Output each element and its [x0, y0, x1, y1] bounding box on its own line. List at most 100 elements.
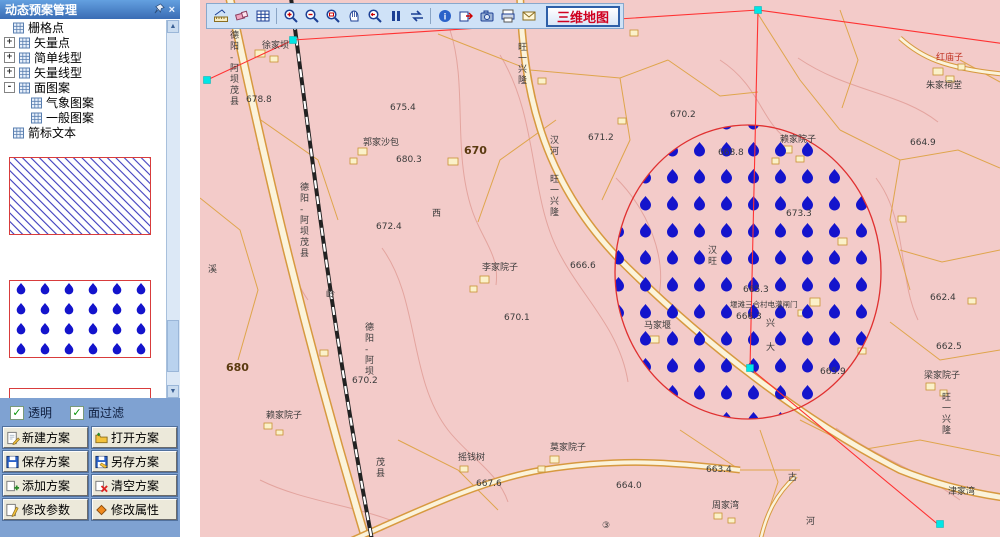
vertex-handle[interactable] — [937, 521, 944, 528]
building — [898, 216, 906, 222]
panel-titlebar: 动态预案管理 × — [0, 0, 180, 19]
layer-icon — [30, 97, 43, 109]
vertex-handle[interactable] — [755, 7, 762, 14]
tree-item-面图案[interactable]: -面图案 — [0, 80, 167, 95]
expand-icon[interactable]: + — [4, 67, 15, 78]
tree-item-一般图案[interactable]: 一般图案 — [0, 110, 167, 125]
saveas-icon — [94, 454, 109, 469]
map-label: 梁家院子 — [924, 369, 960, 381]
map-label: 680.3 — [396, 155, 422, 165]
vertex-handle[interactable] — [747, 365, 754, 372]
save-plan-button[interactable]: 保存方案 — [3, 451, 88, 472]
map-canvas[interactable]: 徐家坝红庙子朱家祠堂678.8675.4郭家沙包680.3670671.2670… — [200, 0, 1000, 537]
params-plan-button[interactable]: 修改参数 — [3, 499, 88, 520]
layer-tree: 栅格点+矢量点+简单线型+矢量线型-面图案气象图案一般图案箭标文本 — [0, 20, 167, 150]
map-label: 664.0 — [616, 481, 642, 491]
scroll-down-icon[interactable]: ▼ — [167, 385, 179, 398]
sidebar-scrollbar[interactable]: ▲ ▼ — [166, 20, 180, 398]
checkbox-icon[interactable]: ✓ — [10, 406, 24, 420]
grid-icon[interactable] — [252, 6, 273, 27]
map-label: 朱家祠堂 — [926, 79, 962, 91]
tree-item-箭标文本[interactable]: 箭标文本 — [0, 125, 167, 140]
building — [714, 513, 722, 519]
zoom-in-icon[interactable] — [280, 6, 301, 27]
scroll-up-icon[interactable]: ▲ — [167, 20, 179, 33]
map-label: 670.2 — [670, 110, 696, 120]
clear-plan-button[interactable]: 清空方案 — [92, 475, 177, 496]
expand-icon[interactable]: + — [4, 37, 15, 48]
map-toolbar: i 三维地图 — [206, 3, 624, 29]
pause-icon[interactable] — [385, 6, 406, 27]
pan-icon[interactable] — [343, 6, 364, 27]
building — [350, 158, 357, 164]
map-label: 德阳-阿坝茂县 — [300, 181, 309, 259]
save-icon — [5, 454, 20, 469]
map-label: 古 — [788, 471, 797, 483]
export-icon[interactable] — [455, 6, 476, 27]
tree-item-气象图案[interactable]: 气象图案 — [0, 95, 167, 110]
vertex-handle[interactable] — [290, 37, 297, 44]
building — [470, 286, 477, 292]
scroll-thumb[interactable] — [167, 320, 179, 372]
toolbar-separator — [430, 8, 431, 24]
map-label: 670 — [464, 144, 487, 157]
plan-manager-panel: 动态预案管理 × 栅格点+矢量点+简单线型+矢量线型-面图案气象图案一般图案箭标… — [0, 0, 180, 537]
map-label: 摇钱树 — [458, 451, 485, 463]
map-label: 680 — [226, 361, 249, 374]
vertex-handle[interactable] — [204, 77, 211, 84]
map-label: 670.2 — [352, 376, 378, 386]
building — [728, 518, 735, 523]
print-icon[interactable] — [497, 6, 518, 27]
drops-pattern[interactable] — [9, 280, 151, 358]
map-label: 670.1 — [504, 313, 530, 323]
checkbox-icon[interactable]: ✓ — [70, 406, 84, 420]
hatch-pattern[interactable] — [9, 157, 151, 235]
tree-item-栅格点[interactable]: 栅格点 — [0, 20, 167, 35]
identify-icon[interactable]: i — [434, 6, 455, 27]
map-label: 红庙子 — [936, 51, 963, 63]
layer-icon — [18, 82, 31, 94]
button-label: 保存方案 — [22, 453, 70, 470]
map-label: 664.9 — [910, 138, 936, 148]
map-label: 津家湾 — [948, 485, 975, 497]
button-label: 添加方案 — [22, 477, 70, 494]
map-area[interactable]: 徐家坝红庙子朱家祠堂678.8675.4郭家沙包680.3670671.2670… — [200, 0, 1000, 537]
close-icon[interactable]: × — [169, 4, 175, 16]
button-label: 修改参数 — [22, 501, 70, 518]
attrs-icon — [94, 502, 109, 517]
add-plan-button[interactable]: 添加方案 — [3, 475, 88, 496]
map-label: 德阳-阿坝茂县 — [230, 29, 239, 107]
pin-icon[interactable] — [154, 3, 165, 17]
checkbox-透明[interactable]: ✓ 透明 — [10, 404, 52, 421]
params-icon — [5, 502, 20, 517]
saveas-plan-button[interactable]: 另存方案 — [92, 451, 177, 472]
building — [480, 276, 489, 283]
zoom-prev-icon[interactable] — [364, 6, 385, 27]
tree-item-矢量点[interactable]: +矢量点 — [0, 35, 167, 50]
new-icon — [5, 430, 20, 445]
tree-item-简单线型[interactable]: +简单线型 — [0, 50, 167, 65]
collapse-icon[interactable]: - — [4, 82, 15, 93]
add-icon — [5, 478, 20, 493]
partial-pattern[interactable] — [9, 388, 151, 398]
map-label: 李家院子 — [482, 261, 518, 273]
attrs-plan-button[interactable]: 修改属性 — [92, 499, 177, 520]
expand-icon[interactable]: + — [4, 52, 15, 63]
measure-icon[interactable] — [210, 6, 231, 27]
checkbox-面过滤[interactable]: ✓面过滤 — [70, 404, 124, 421]
zoom-out-icon[interactable] — [301, 6, 322, 27]
open-plan-button[interactable]: 打开方案 — [92, 427, 177, 448]
layer-icon — [18, 37, 31, 49]
layer-icon — [18, 67, 31, 79]
checkbox-label: 透明 — [28, 404, 52, 421]
new-plan-button[interactable]: 新建方案 — [3, 427, 88, 448]
eraser-icon[interactable] — [231, 6, 252, 27]
zoom-box-icon[interactable] — [322, 6, 343, 27]
map3d-button[interactable]: 三维地图 — [546, 6, 620, 27]
camera-icon[interactable] — [476, 6, 497, 27]
clear-icon — [94, 478, 109, 493]
tree-item-矢量线型[interactable]: +矢量线型 — [0, 65, 167, 80]
swap-icon[interactable] — [406, 6, 427, 27]
map-label: 河 — [806, 515, 815, 527]
mail-icon[interactable] — [518, 6, 539, 27]
